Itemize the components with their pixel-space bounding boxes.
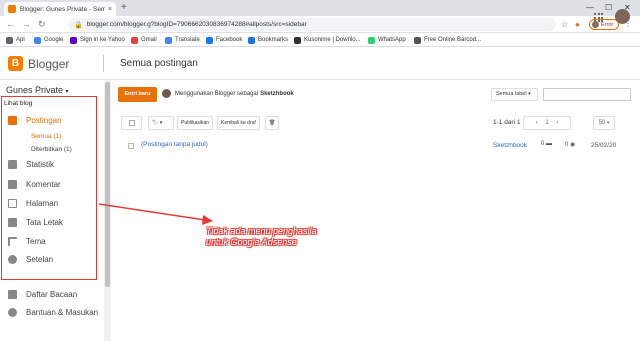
dropdown-caret-icon: ▾ <box>159 120 163 126</box>
pagination-summary: 1-1 dari 1 <box>493 119 521 126</box>
forward-icon[interactable]: → <box>22 19 31 30</box>
reading-list-icon <box>8 290 17 299</box>
google-icon <box>34 36 41 44</box>
dropdown-caret-icon: ▾ <box>65 89 69 95</box>
barcode-icon <box>414 36 421 44</box>
annotation-arrow <box>98 203 213 225</box>
whatsapp-icon <box>368 36 375 44</box>
bookmark-translate[interactable]: Translate <box>165 35 200 45</box>
post-title-link[interactable]: (Postingan tanpa judul) <box>141 141 208 148</box>
extension-icon[interactable]: ● <box>575 19 580 30</box>
sidebar-scroll-thumb[interactable] <box>105 82 110 287</box>
prev-page-icon[interactable]: ‹ <box>536 120 538 126</box>
bookmark-bookmarks[interactable]: Bookmarks <box>248 35 288 45</box>
bookmark-kusonime[interactable]: Kusonime | Downlo... <box>294 35 361 45</box>
checkbox-box <box>129 120 135 126</box>
bookmark-whatsapp[interactable]: WhatsApp <box>368 35 406 45</box>
label-tag-icon: 🏷 <box>152 120 159 126</box>
bookmark-star-icon[interactable]: ☆ <box>561 19 568 30</box>
profile-avatar <box>592 21 599 28</box>
gmail-icon <box>131 36 138 44</box>
blog-selector[interactable]: Gunes Private ▾ <box>6 85 69 95</box>
maximize-button[interactable]: ☐ <box>605 2 612 14</box>
minimize-button[interactable]: — <box>586 2 594 14</box>
select-all-checkbox[interactable] <box>121 116 142 130</box>
trash-icon: 🗑 <box>269 120 276 126</box>
bookmark-gmail[interactable]: Gmail <box>131 35 157 45</box>
sidebar-item-reading-list[interactable]: Daftar Bacaan <box>8 290 77 299</box>
url-field[interactable]: 🔒 blogger.com/blogger.g?blogID=790666203… <box>68 18 556 31</box>
blogger-favicon-icon <box>8 5 16 13</box>
reload-icon[interactable]: ↻ <box>38 19 46 30</box>
sidebar-item-help[interactable]: Bantuan & Masukan <box>8 308 98 317</box>
help-icon <box>8 308 17 317</box>
translate-icon <box>165 36 172 44</box>
yahoo-icon <box>70 36 77 44</box>
brand-name: Blogger <box>28 57 70 71</box>
publish-button[interactable]: Publikasikan <box>177 116 214 130</box>
browser-tabstrip: Blogger: Gunes Private - Semua... × + — … <box>0 0 640 16</box>
lock-icon: 🔒 <box>74 21 83 29</box>
bookmark-barcode[interactable]: Free Online Barcod... <box>414 35 481 45</box>
account-avatar[interactable] <box>615 9 630 24</box>
star-icon <box>248 36 255 44</box>
address-bar-row: ← → ↻ 🔒 blogger.com/blogger.g?blogID=790… <box>0 16 640 33</box>
app-header: B Blogger Semua postingan <box>0 47 640 80</box>
label-menu-button[interactable]: 🏷 ▾ <box>148 116 174 130</box>
next-page-icon[interactable]: › <box>556 120 558 126</box>
dropdown-caret-icon: ▾ <box>606 120 610 126</box>
using-account-info: Menggunakan Blogger sebagai Sketzhbook <box>162 89 294 98</box>
apps-grid-icon <box>6 36 13 44</box>
row-checkbox[interactable] <box>128 143 134 149</box>
post-comment-count: 0 ▬ <box>541 141 553 147</box>
bookmark-facebook[interactable]: Facebook <box>206 35 242 45</box>
dropdown-caret-icon: ▾ <box>528 91 531 97</box>
page-selector[interactable]: ‹ 1 › <box>523 116 571 130</box>
tab-title: Blogger: Gunes Private - Semua... <box>20 5 105 13</box>
new-tab-button[interactable]: + <box>121 2 127 14</box>
browser-tab[interactable]: Blogger: Gunes Private - Semua... × <box>4 2 116 16</box>
bookmark-apps[interactable]: Apl <box>6 35 25 45</box>
blogger-logo-icon[interactable]: B <box>8 56 23 71</box>
table-row[interactable]: (Postingan tanpa judul) Sketzhbook 0 ▬ 0… <box>120 140 632 154</box>
google-apps-icon[interactable] <box>594 13 603 22</box>
bookmark-yahoo[interactable]: Sign in ke Yahoo <box>70 35 125 45</box>
post-author[interactable]: Sketzhbook <box>493 142 527 149</box>
post-date: 25/02/20 <box>591 142 617 149</box>
post-view-count: 0 ◉ <box>565 142 576 148</box>
kusonime-icon <box>294 36 301 44</box>
search-input[interactable] <box>543 88 631 101</box>
profile-label: Error <box>601 21 614 28</box>
label-filter-select[interactable]: Semua label ▾ <box>491 88 538 101</box>
revert-to-draft-button[interactable]: Kembali ke draf <box>217 116 260 130</box>
comment-icon: ▬ <box>546 141 553 147</box>
highlight-box <box>1 96 97 280</box>
page-title: Semua postingan <box>120 58 198 69</box>
account-avatar-small <box>162 89 171 98</box>
back-icon[interactable]: ← <box>6 19 15 30</box>
new-post-button[interactable]: Entri baru <box>118 87 157 102</box>
bookmark-google[interactable]: Google <box>34 35 63 45</box>
tab-close-icon[interactable]: × <box>108 6 112 13</box>
page-size-select[interactable]: 50 ▾ <box>593 116 615 130</box>
url-text: blogger.com/blogger.g?blogID=79066620308… <box>86 21 307 28</box>
delete-button[interactable]: 🗑 <box>265 116 279 130</box>
bookmarks-bar: Apl Google Sign in ke Yahoo Gmail Transl… <box>0 34 640 47</box>
header-divider <box>103 55 104 72</box>
annotation-text: Tidak ada menu penghasila untuk Google A… <box>206 226 317 247</box>
eye-icon: ◉ <box>570 142 576 148</box>
facebook-icon <box>206 36 213 44</box>
